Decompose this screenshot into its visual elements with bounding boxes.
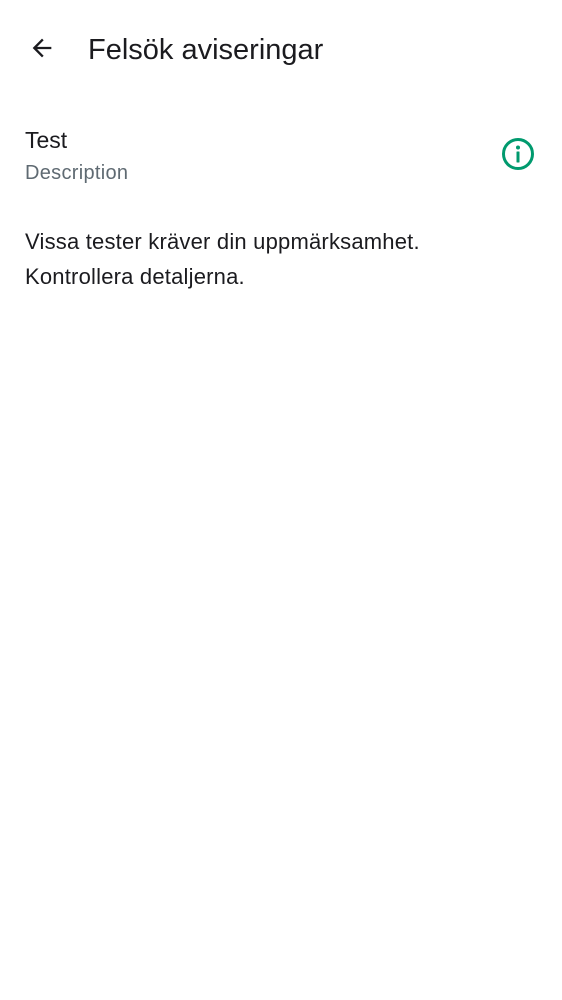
test-description: Description — [25, 162, 129, 184]
arrow-back-icon — [28, 34, 56, 67]
message-line-2: Kontrollera detaljerna. — [25, 264, 245, 289]
page-title: Felsök aviseringar — [88, 34, 324, 66]
info-circle-icon — [500, 136, 536, 177]
attention-message: Vissa tester kräver din uppmärksamhet. K… — [25, 224, 545, 294]
test-list-item[interactable]: Test Description — [0, 116, 562, 198]
back-button[interactable] — [18, 26, 66, 74]
top-app-bar: Felsök aviseringar — [0, 0, 562, 100]
test-title: Test — [25, 127, 68, 153]
message-line-1: Vissa tester kräver din uppmärksamhet. — [25, 229, 420, 254]
info-button[interactable] — [494, 132, 542, 180]
